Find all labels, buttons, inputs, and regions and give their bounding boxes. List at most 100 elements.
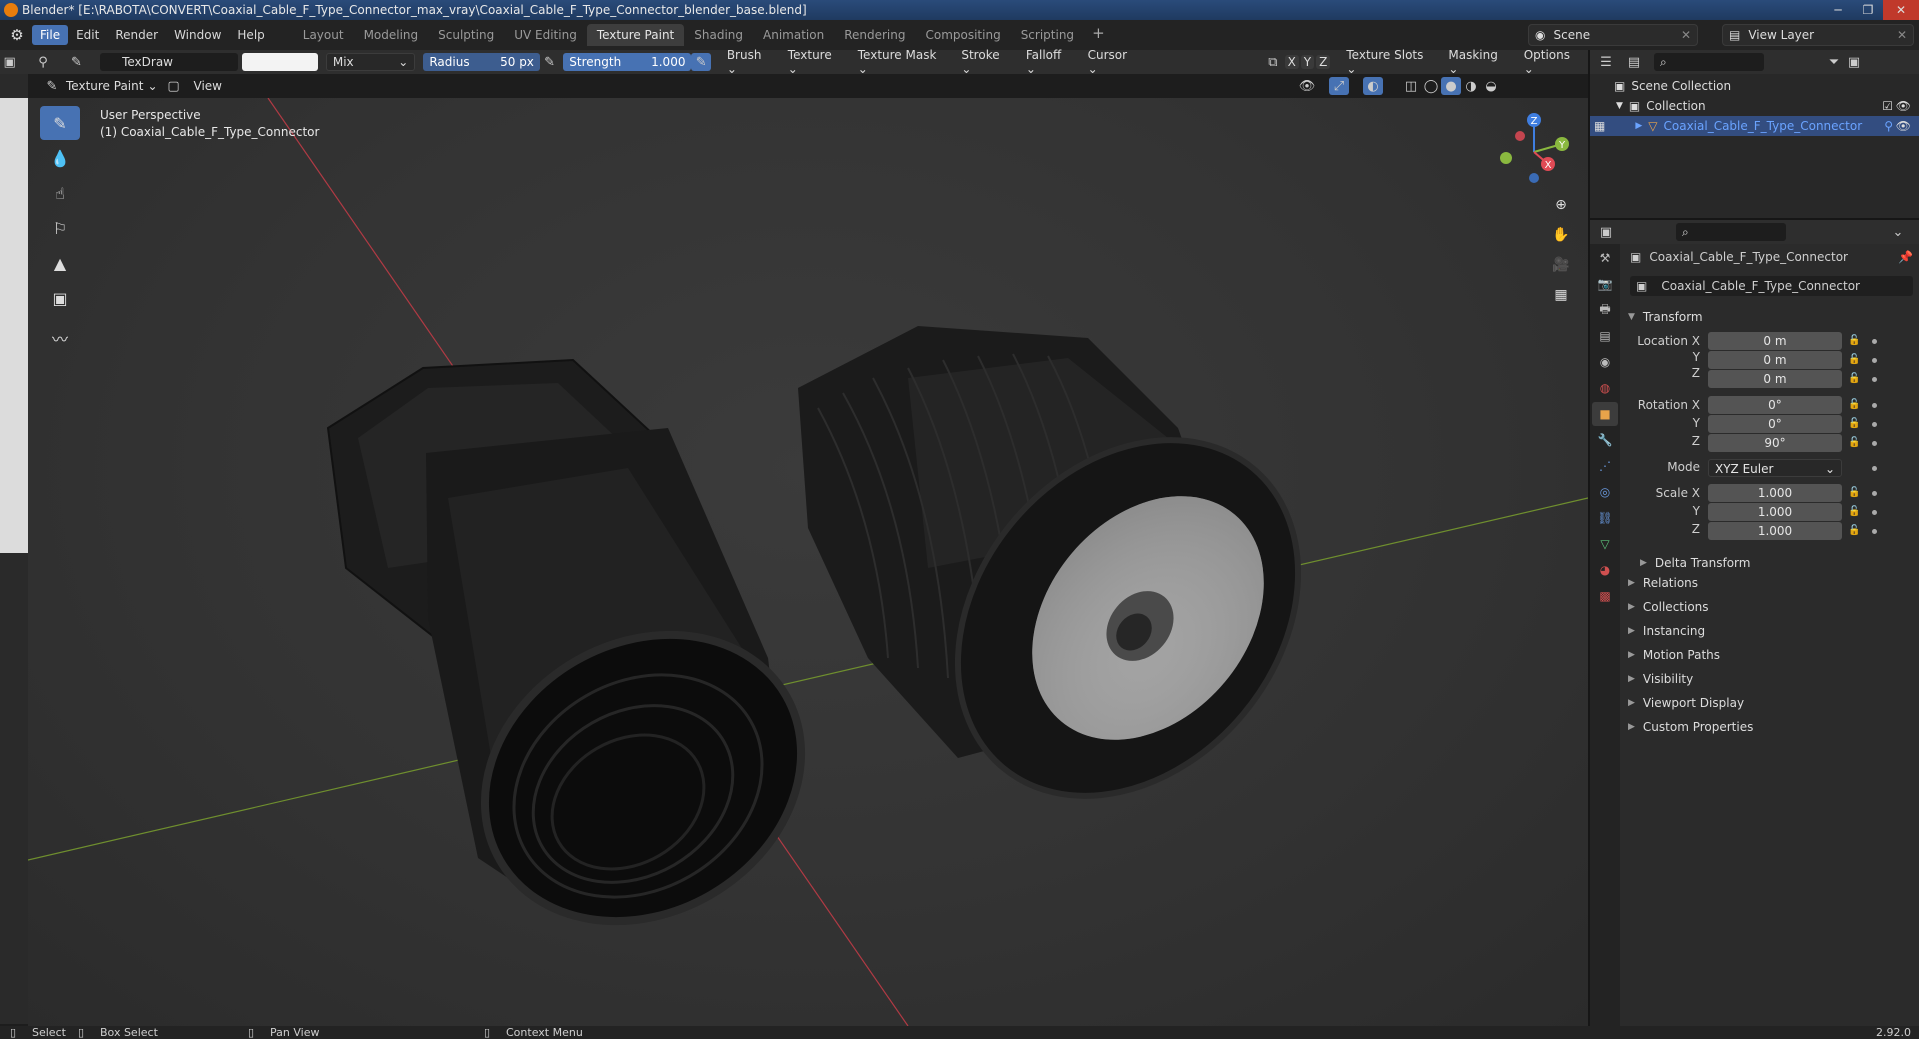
checkbox-icon[interactable]: ☑ [1882,99,1893,113]
filter-icon[interactable]: ⏷ [1824,53,1844,71]
wireframe-shading-icon[interactable]: ◯ [1421,77,1441,95]
3d-viewport[interactable] [28,98,1588,1026]
tab-scripting[interactable]: Scripting [1011,24,1084,46]
outliner-editor-icon[interactable]: ☰ [1596,53,1616,71]
menu-file[interactable]: File [32,25,69,45]
tab-texture-paint[interactable]: Texture Paint [586,24,685,46]
close-scene-icon[interactable]: ✕ [1681,28,1691,42]
radius-slider[interactable]: Radius 50 px [423,53,540,71]
keyframe-dot-icon[interactable] [1872,441,1877,446]
pin-icon[interactable]: 📌 [1898,250,1913,264]
rotation-x-field[interactable]: 0° [1708,396,1842,414]
mode-select[interactable]: Texture Paint [66,79,143,93]
symmetry-z[interactable]: Z [1316,55,1331,69]
radius-pressure-icon[interactable]: ✎ [540,53,559,71]
masking-dropdown[interactable]: Masking ⌄ [1442,48,1515,76]
wrench-icon[interactable]: ⚲ [1884,119,1893,133]
lock-icon[interactable]: 🔓 [1848,335,1860,346]
properties-search-input[interactable]: ⌕ [1676,223,1786,241]
material-shading-icon[interactable]: ◑ [1461,77,1481,95]
location-x-field[interactable]: 0 m [1708,332,1842,350]
tab-rendering[interactable]: Rendering [834,24,915,46]
texture-tab-icon[interactable]: ▩ [1592,584,1618,608]
brush-color-swatch[interactable] [241,53,318,71]
fill-tool-icon[interactable]: ▲ [40,246,80,280]
lock-icon[interactable]: 🔓 [1848,418,1860,429]
location-z-field[interactable]: 0 m [1708,370,1842,388]
scale-x-field[interactable]: 1.000 [1708,484,1842,502]
mask-tool-icon[interactable]: ▣ [40,281,80,315]
outliner-collection[interactable]: ▼ ▣ Collection ☑ 👁 [1590,96,1919,116]
menu-help[interactable]: Help [229,25,272,45]
grid-ortho-icon[interactable]: ▦ [1548,282,1574,308]
texture-dropdown[interactable]: Texture ⌄ [782,48,850,76]
clone-tool-icon[interactable]: ⚐ [40,211,80,245]
material-tab-icon[interactable]: ◕ [1592,558,1618,582]
brush-dropdown[interactable]: Brush ⌄ [721,48,780,76]
outliner-object[interactable]: ▦ ▶ ▽ Coaxial_Cable_F_Type_Connector ⚲ 👁 [1590,116,1919,136]
camera-icon[interactable]: 🎥 [1548,252,1574,278]
tab-sculpting[interactable]: Sculpting [428,24,504,46]
zoom-icon[interactable]: ⊕ [1548,192,1574,218]
soften-tool-icon[interactable]: 💧 [40,141,80,175]
cursor-dropdown[interactable]: Cursor ⌄ [1082,48,1146,76]
brush-name-field[interactable]: TexDraw [100,53,238,71]
minimize-icon[interactable]: ─ [1823,0,1853,20]
motion-paths-panel[interactable]: ▶ Motion Paths [1628,648,1720,662]
lock-icon[interactable]: 🔓 [1848,506,1860,517]
tab-uv-editing[interactable]: UV Editing [504,24,587,46]
render-tab-icon[interactable]: 📷 [1592,272,1618,296]
strength-pressure-icon[interactable]: ✎ [691,53,711,71]
menu-window[interactable]: Window [166,25,229,45]
keyframe-dot-icon[interactable] [1872,510,1877,515]
scale-z-field[interactable]: 1.000 [1708,522,1842,540]
keyframe-dot-icon[interactable] [1872,422,1877,427]
expand-arrow-icon[interactable]: ▶ [1635,121,1642,131]
collections-panel[interactable]: ▶ Collections [1628,600,1709,614]
menu-render[interactable]: Render [107,25,166,45]
rotation-y-field[interactable]: 0° [1708,415,1842,433]
tab-compositing[interactable]: Compositing [915,24,1010,46]
viewport-display-panel[interactable]: ▶ Viewport Display [1628,696,1744,710]
visibility-panel[interactable]: ▶ Visibility [1628,672,1693,686]
rendered-shading-icon[interactable]: ◒ [1481,77,1501,95]
navigation-gizmo[interactable]: Z Y X [1490,108,1574,192]
tab-animation[interactable]: Animation [753,24,834,46]
blender-menu-icon[interactable]: ⚙ [6,24,28,46]
properties-editor-icon[interactable]: ▣ [1596,223,1616,241]
instancing-panel[interactable]: ▶ Instancing [1628,624,1705,638]
view-menu[interactable]: View [194,79,222,93]
expand-arrow-icon[interactable]: ▼ [1616,101,1623,111]
solid-shading-icon[interactable]: ● [1440,77,1461,95]
pan-hand-icon[interactable]: ✋ [1548,222,1574,248]
lock-icon[interactable]: 🔓 [1848,525,1860,536]
chevron-down-icon[interactable]: ⌄ [1888,223,1908,241]
close-view-layer-icon[interactable]: ✕ [1897,28,1907,42]
overlay-toggle-icon[interactable]: ◐ [1362,77,1383,95]
outliner-scene-collection[interactable]: ▣ Scene Collection [1590,76,1919,96]
falloff-dropdown[interactable]: Falloff ⌄ [1020,48,1080,76]
keyframe-dot-icon[interactable] [1872,403,1877,408]
eye-icon[interactable]: 👁 [1896,119,1911,133]
smear-tool-icon[interactable]: ☝ [40,176,80,210]
editor-type-icon[interactable]: ▣ [0,53,19,71]
tab-shading[interactable]: Shading [684,24,753,46]
annotate-tool-icon[interactable]: 〰 [40,321,80,355]
keyframe-dot-icon[interactable] [1872,529,1877,534]
location-y-field[interactable]: 0 m [1708,351,1842,369]
keyframe-dot-icon[interactable] [1872,466,1877,471]
lock-icon[interactable]: 🔓 [1848,399,1860,410]
paint-mask-icon[interactable]: ▢ [164,77,184,95]
strength-slider[interactable]: Strength 1.000 [563,53,692,71]
add-workspace-icon[interactable]: + [1084,24,1113,46]
maximize-icon[interactable]: ❐ [1853,0,1883,20]
symmetry-y[interactable]: Y [1300,55,1315,69]
output-tab-icon[interactable]: 🖶 [1592,298,1618,322]
relations-panel[interactable]: ▶ Relations [1628,576,1698,590]
texture-slots-dropdown[interactable]: Texture Slots ⌄ [1340,48,1440,76]
keyframe-dot-icon[interactable] [1872,339,1877,344]
lock-icon[interactable]: 🔓 [1848,487,1860,498]
scene-selector[interactable]: ◉ Scene ✕ [1528,24,1698,46]
symmetry-x[interactable]: X [1284,55,1299,69]
new-collection-icon[interactable]: ▣ [1844,53,1864,71]
